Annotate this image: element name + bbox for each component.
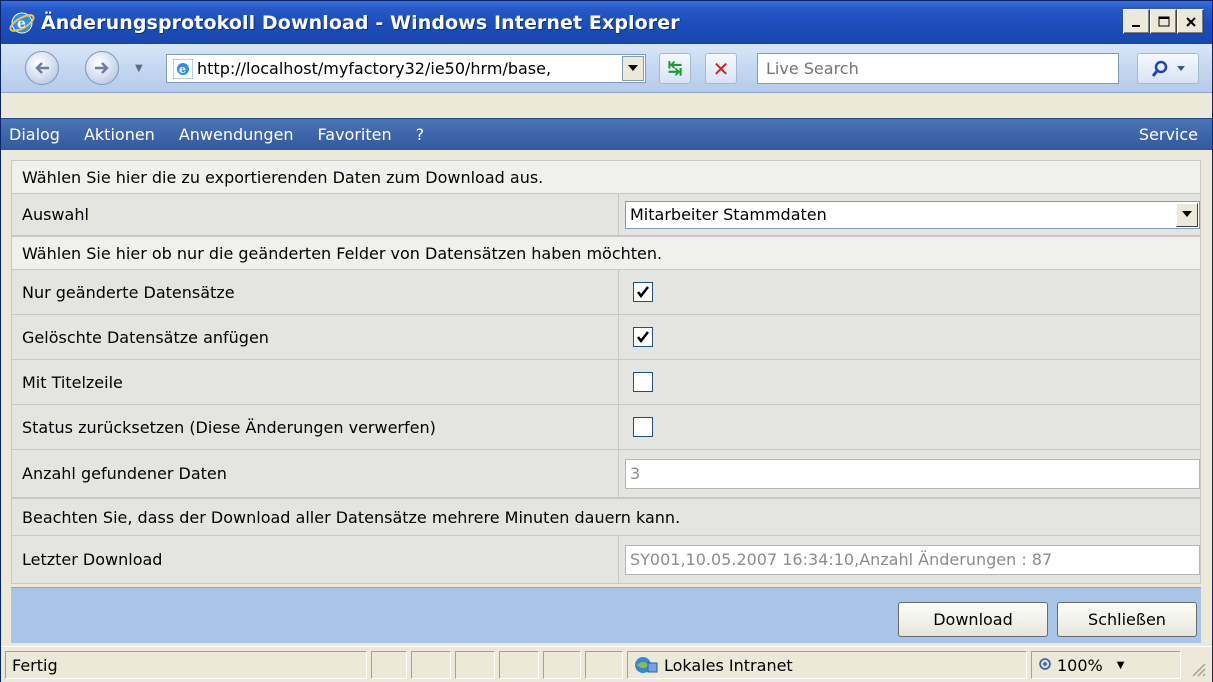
close-button[interactable] xyxy=(1177,9,1204,34)
history-dropdown-icon[interactable]: ▼ xyxy=(135,63,143,74)
titelzeile-checkbox[interactable] xyxy=(633,372,653,392)
refresh-icon: ↹ xyxy=(667,58,683,79)
forward-arrow-icon xyxy=(95,62,109,74)
security-zone-cell: Lokales Intranet xyxy=(627,651,1027,679)
hint-text: Wählen Sie hier ob nur die geänderten Fe… xyxy=(11,236,1201,270)
search-box[interactable] xyxy=(757,53,1119,84)
checkmark-icon xyxy=(637,286,649,299)
title-bar: e Änderungsprotokoll Download - Windows … xyxy=(1,1,1212,44)
status-panel xyxy=(543,651,581,679)
status-panel xyxy=(499,651,539,679)
back-button[interactable] xyxy=(25,51,59,85)
last-download-field: SY001,10.05.2007 16:34:10,Anzahl Änderun… xyxy=(625,544,1200,575)
checkbox-row: Mit Titelzeile xyxy=(11,360,1201,405)
auswahl-row: Auswahl Mitarbeiter Stammdaten xyxy=(11,194,1201,236)
address-dropdown-button[interactable] xyxy=(622,56,644,81)
chevron-down-icon xyxy=(1177,65,1185,71)
status-bar: Fertig Lokales Intranet 100% ▼ xyxy=(1,646,1212,682)
back-arrow-icon xyxy=(35,62,49,74)
action-bar: Download Schließen xyxy=(11,587,1201,643)
status-panel xyxy=(371,651,407,679)
intro-text: Wählen Sie hier die zu exportierenden Da… xyxy=(11,160,1201,194)
forward-button[interactable] xyxy=(85,51,119,85)
chevron-down-icon: ▼ xyxy=(1116,659,1125,671)
status-text: Fertig xyxy=(12,655,58,675)
search-icon xyxy=(1151,60,1168,77)
chevron-down-icon xyxy=(628,64,638,71)
resize-grip-icon[interactable] xyxy=(1188,659,1206,677)
zoom-icon xyxy=(1039,658,1051,670)
select-dropdown-button[interactable] xyxy=(1176,202,1198,227)
stop-button[interactable]: ✕ xyxy=(705,53,737,84)
maximize-button[interactable] xyxy=(1150,9,1177,34)
checkbox-row: Status zurücksetzen (Diese Änderungen ve… xyxy=(11,405,1201,450)
menu-service[interactable]: Service xyxy=(1139,125,1198,144)
status-panel xyxy=(455,651,495,679)
status-text-cell: Fertig xyxy=(5,651,367,679)
window-title: Änderungsprotokoll Download - Windows In… xyxy=(41,11,680,34)
address-bar[interactable]: e http://localhost/myfactory32/ie50/hrm/… xyxy=(166,54,646,83)
checkbox-row: Gelöschte Datensätze anfügen xyxy=(11,315,1201,360)
count-row: Anzahl gefundener Daten 3 xyxy=(11,450,1201,498)
intro-label: Wählen Sie hier die zu exportierenden Da… xyxy=(22,167,544,187)
auswahl-select[interactable]: Mitarbeiter Stammdaten xyxy=(625,200,1200,229)
geloeschte-checkbox[interactable] xyxy=(633,327,653,347)
count-label: Anzahl gefundener Daten xyxy=(22,464,227,483)
search-button[interactable] xyxy=(1137,53,1199,84)
security-zone-text: Lokales Intranet xyxy=(664,655,793,675)
last-download-row: Letzter Download SY001,10.05.2007 16:34:… xyxy=(11,536,1201,584)
last-download-value: SY001,10.05.2007 16:34:10,Anzahl Änderun… xyxy=(630,550,1053,569)
maximize-icon xyxy=(1158,16,1169,26)
checkbox-row: Nur geänderte Datensätze xyxy=(11,270,1201,315)
warning-text: Beachten Sie, dass der Download aller Da… xyxy=(11,498,1201,536)
menu-favoriten[interactable]: Favoriten xyxy=(318,125,392,144)
zoom-level: 100% xyxy=(1057,655,1103,675)
checkbox-label: Gelöschte Datensätze anfügen xyxy=(22,327,269,347)
chevron-down-icon xyxy=(1182,211,1192,217)
zoom-control[interactable]: 100% ▼ xyxy=(1031,651,1181,679)
intranet-zone-icon xyxy=(635,657,658,673)
status-zuruecksetzen-checkbox[interactable] xyxy=(633,417,653,437)
toolbar-gap xyxy=(1,93,1212,118)
close-icon xyxy=(1185,16,1196,27)
menu-dialog[interactable]: Dialog xyxy=(9,125,60,144)
status-panel xyxy=(411,651,451,679)
internet-explorer-icon: e xyxy=(9,12,35,33)
svg-text:e: e xyxy=(179,63,186,76)
schliessen-button[interactable]: Schließen xyxy=(1057,602,1197,637)
search-input[interactable] xyxy=(764,58,1118,79)
navigation-bar: ▼ e http://localhost/myfactory32/ie50/hr… xyxy=(1,44,1212,93)
page-favicon-icon: e xyxy=(173,58,193,79)
warning-label: Beachten Sie, dass der Download aller Da… xyxy=(22,507,681,527)
menu-anwendungen[interactable]: Anwendungen xyxy=(179,125,294,144)
menu-help[interactable]: ? xyxy=(416,125,425,144)
download-button[interactable]: Download xyxy=(898,602,1048,637)
auswahl-label: Auswahl xyxy=(22,205,89,224)
address-url[interactable]: http://localhost/myfactory32/ie50/hrm/ba… xyxy=(197,59,622,78)
refresh-button[interactable]: ↹ xyxy=(659,53,691,84)
last-download-label: Letzter Download xyxy=(22,550,163,569)
minimize-icon xyxy=(1131,24,1140,27)
stop-icon: ✕ xyxy=(712,56,730,81)
minimize-button[interactable] xyxy=(1123,9,1150,34)
menu-aktionen[interactable]: Aktionen xyxy=(84,125,155,144)
checkbox-label: Nur geänderte Datensätze xyxy=(22,282,235,302)
checkbox-label: Mit Titelzeile xyxy=(22,372,123,392)
nur-geaenderte-checkbox[interactable] xyxy=(633,282,653,302)
auswahl-selected-value: Mitarbeiter Stammdaten xyxy=(630,205,827,224)
checkbox-label: Status zurücksetzen (Diese Änderungen ve… xyxy=(22,417,436,437)
hint-label: Wählen Sie hier ob nur die geänderten Fe… xyxy=(22,243,663,263)
count-field: 3 xyxy=(625,458,1200,489)
svg-text:e: e xyxy=(17,16,26,32)
app-menu-bar: Dialog Aktionen Anwendungen Favoriten ? … xyxy=(1,118,1212,150)
browser-window: e Änderungsprotokoll Download - Windows … xyxy=(0,0,1213,682)
count-value: 3 xyxy=(630,464,641,483)
status-panel xyxy=(585,651,623,679)
checkmark-icon xyxy=(637,331,649,344)
